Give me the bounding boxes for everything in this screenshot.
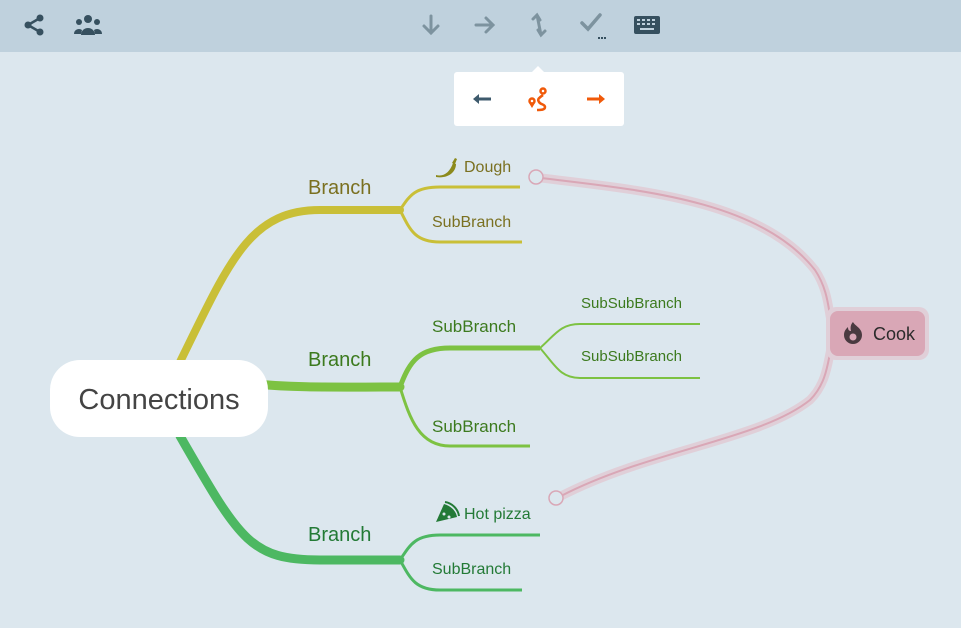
branch-label: Branch bbox=[308, 177, 371, 199]
connection-label: Cook bbox=[873, 324, 916, 344]
branch-label: Branch bbox=[308, 524, 371, 546]
node-hot-pizza[interactable]: Hot pizza bbox=[464, 506, 531, 523]
node-subbranch[interactable]: SubBranch bbox=[432, 417, 516, 436]
node-subsubbranch[interactable]: SubSubBranch bbox=[581, 348, 682, 365]
node-subbranch[interactable]: SubBranch bbox=[432, 561, 511, 578]
connection-start-handle[interactable] bbox=[528, 169, 544, 185]
connection-node-cook[interactable]: Cook bbox=[826, 307, 929, 360]
node-dough[interactable]: Dough bbox=[464, 159, 511, 176]
branch-3[interactable]: Branch Hot pizza SubBranch bbox=[175, 431, 540, 592]
mindmap-canvas: Cook Branch Dough SubBranch Branch SubBr… bbox=[50, 158, 929, 592]
chili-pepper-icon bbox=[436, 158, 457, 178]
root-label: Connections bbox=[78, 384, 239, 416]
node-subbranch[interactable]: SubBranch bbox=[432, 214, 511, 231]
node-subbranch[interactable]: SubBranch bbox=[432, 317, 516, 336]
node-subsubbranch[interactable]: SubSubBranch bbox=[581, 295, 682, 312]
branch-2[interactable]: Branch SubBranch SubSubBranch SubSubBran… bbox=[250, 295, 700, 448]
connection-end-handle[interactable] bbox=[548, 490, 564, 506]
branch-label: Branch bbox=[308, 349, 371, 371]
root-node[interactable]: Connections bbox=[50, 360, 268, 437]
pizza-icon bbox=[436, 501, 460, 522]
connection-line[interactable] bbox=[528, 169, 845, 506]
